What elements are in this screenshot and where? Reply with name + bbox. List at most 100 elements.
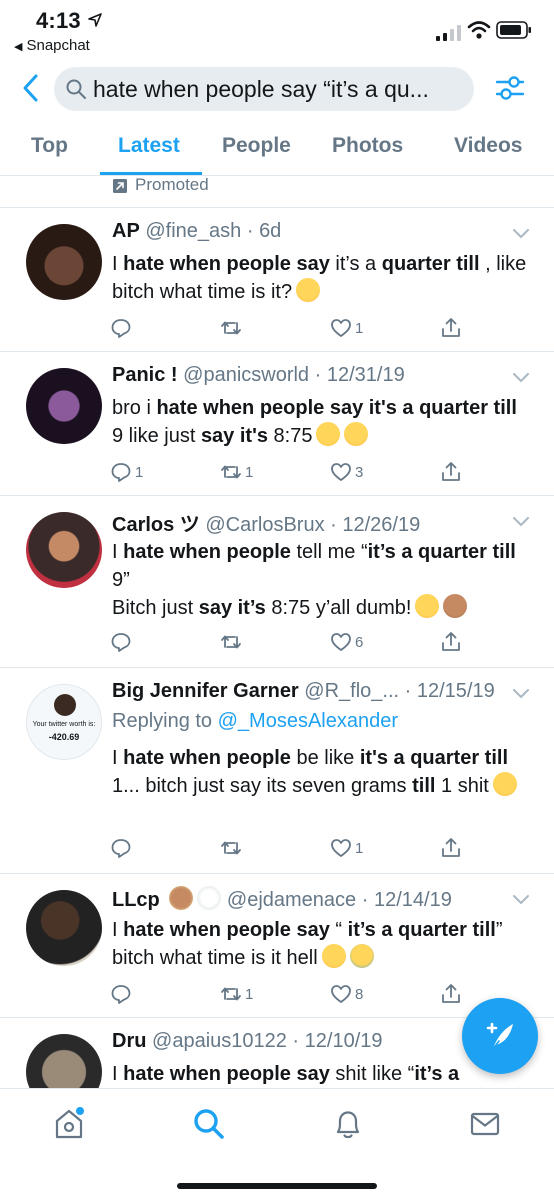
user-handle[interactable]: @ejdamenace [227,889,356,911]
retweet-icon [221,635,241,649]
tweet-text-content: I hate when people say it’s a quarter ti… [112,253,527,303]
heart-icon [331,463,351,481]
reply-icon [111,985,131,1004]
bottom-navigation [0,1088,554,1200]
like-button[interactable]: 3 [330,460,363,484]
back-triangle-icon: ◀ [14,41,23,53]
tweet-text-line: Bitch just say it’s 8:75 y’all dumb! [112,594,532,622]
display-name[interactable]: AP [112,220,140,242]
display-name[interactable]: LLcp [112,889,160,911]
retweet-button[interactable] [220,836,245,860]
avatar[interactable]: Your twitter worth is: -420.69 [26,684,102,760]
tweet-text-content: bro i hate when people say it's a quarte… [112,397,517,447]
like-button[interactable]: 8 [330,982,363,1006]
search-input[interactable]: hate when people say “it’s a qu... [54,67,474,111]
promoted-strip[interactable]: Promoted [0,175,554,208]
share-button[interactable] [440,836,462,860]
promoted-label: Promoted [135,175,209,194]
tab-top[interactable]: Top [31,134,68,158]
user-handle[interactable]: @panicsworld [183,364,309,386]
chevron-down-icon[interactable] [512,372,530,384]
home-icon[interactable] [52,1107,86,1141]
tweet-card[interactable]: LLcp @ejdamenace · 12/14/19 I hate when … [0,874,554,1018]
tweet-card[interactable]: Carlos ツ @CarlosBrux · 12/26/19 I hate w… [0,496,554,668]
tweet-actions: 1 1 3 [110,460,470,484]
reply-button[interactable] [110,836,135,860]
user-handle[interactable]: @fine_ash [145,220,241,242]
display-name[interactable]: Panic ! [112,364,178,386]
tweet-date: 12/31/19 [326,364,405,386]
share-button[interactable] [440,460,462,484]
reply-icon [111,463,131,482]
messages-envelope-icon[interactable] [468,1107,502,1141]
retweet-button[interactable]: 1 [220,982,253,1006]
user-handle[interactable]: @R_flo_... [304,680,399,702]
tweet-actions: 1 [110,836,470,860]
avatar[interactable] [26,368,102,444]
chevron-down-icon[interactable] [512,688,530,700]
tweet-text: I hate when people tell me “it’s a quart… [112,538,532,622]
tab-people[interactable]: People [222,134,291,158]
tweet-card[interactable]: Panic ! @panicsworld · 12/31/19 bro i ha… [0,352,554,496]
heart-icon [331,985,351,1003]
avatar[interactable] [26,512,102,588]
chevron-down-icon[interactable] [512,894,530,906]
tweet-header: Carlos ツ @CarlosBrux · 12/26/19 [112,514,421,536]
reply-button[interactable] [110,630,135,654]
compose-tweet-button[interactable] [462,998,538,1074]
emoji-dove [197,886,222,910]
heart-icon [331,319,351,337]
emoji-face-with-tears-of-joy [296,278,321,302]
tab-photos[interactable]: Photos [332,134,403,158]
tweet-card[interactable]: AP @fine_ash · 6d I hate when people say… [0,208,554,352]
tweet-text-content: I hate when people say “ it’s a quarter … [112,919,503,969]
battery-icon [496,21,531,39]
retweet-button[interactable] [220,630,245,654]
like-count: 6 [355,633,364,651]
search-query-text: hate when people say “it’s a qu... [93,76,429,102]
tweet-text: I hate when people say it’s a quarter ti… [112,250,532,306]
display-name[interactable]: Dru [112,1030,146,1052]
back-to-app-link[interactable]: ◀ Snapchat [14,37,90,54]
tweet-header: Big Jennifer Garner @R_flo_... · 12/15/1… [112,680,495,702]
tweet-header: LLcp @ejdamenace · 12/14/19 [112,886,452,912]
retweet-count: 1 [245,463,254,481]
tab-latest[interactable]: Latest [118,134,180,158]
reply-button[interactable] [110,316,135,340]
like-button[interactable]: 6 [330,630,363,654]
like-button[interactable]: 1 [330,836,363,860]
chevron-down-icon[interactable] [512,228,530,240]
retweet-button[interactable]: 1 [220,460,253,484]
retweet-icon [221,841,241,855]
avatar-face [54,694,76,716]
filter-sliders-icon[interactable] [494,72,526,104]
tweet-card[interactable]: Your twitter worth is: -420.69 Big Jenni… [0,668,554,874]
tweet-date: 6d [259,220,282,242]
like-button[interactable]: 1 [330,316,363,340]
notifications-bell-icon[interactable] [331,1107,365,1141]
user-handle[interactable]: @CarlosBrux [205,514,324,536]
user-handle[interactable]: @apaius10122 [152,1030,287,1052]
share-button[interactable] [440,316,462,340]
reply-icon [111,633,131,652]
tweet-date: 12/26/19 [342,514,421,536]
display-name[interactable]: Carlos ツ [112,514,200,536]
reply-button[interactable]: 1 [110,460,143,484]
search-icon[interactable] [192,1107,226,1141]
retweet-button[interactable] [220,316,245,340]
tab-videos[interactable]: Videos [454,134,522,158]
replying-to-link[interactable]: @_MosesAlexander [218,710,398,732]
display-name[interactable]: Big Jennifer Garner [112,680,299,702]
share-icon [442,462,460,481]
share-icon [442,838,460,857]
chevron-left-icon[interactable] [18,72,44,104]
emoji-face-with-steam-from-nose [415,594,440,618]
avatar[interactable] [26,224,102,300]
chevron-down-icon[interactable] [512,516,530,528]
share-button[interactable] [440,982,462,1006]
share-button[interactable] [440,630,462,654]
retweet-icon [221,987,241,1001]
reply-button[interactable] [110,982,135,1006]
avatar[interactable] [26,890,102,966]
avatar[interactable] [26,1034,102,1088]
